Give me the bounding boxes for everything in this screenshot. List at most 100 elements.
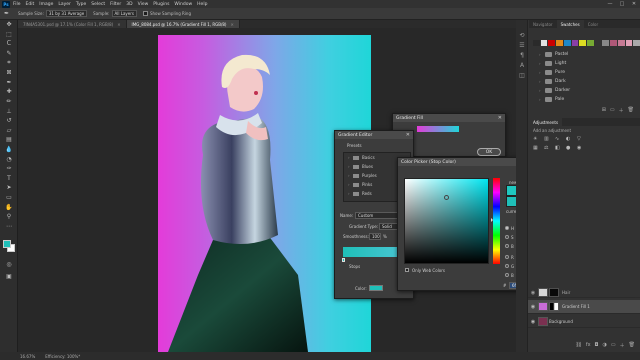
trash-icon[interactable]: 🗑 xyxy=(628,107,634,114)
zoom-level[interactable]: 16.67% xyxy=(20,354,35,359)
crop-tool-icon[interactable]: ⌗ xyxy=(0,58,18,68)
visibility-icon[interactable]: ◉ xyxy=(528,290,538,296)
menu-file[interactable]: File xyxy=(13,2,21,7)
pen-tool-icon[interactable]: ✑ xyxy=(0,164,18,174)
swatch-folder[interactable]: › Pale xyxy=(539,95,640,104)
swatch-folder[interactable]: › Darker xyxy=(539,86,640,95)
hue-sat-icon[interactable]: ▦ xyxy=(533,145,541,151)
trash-icon[interactable]: 🗑 xyxy=(629,342,635,348)
swatch-folder[interactable]: › Light xyxy=(539,59,640,68)
swatch-preset-icon[interactable]: ▭ xyxy=(610,107,615,114)
swatch[interactable] xyxy=(579,40,587,46)
new-group-icon[interactable]: ▭ xyxy=(611,342,616,348)
maximize-button[interactable]: □ xyxy=(617,0,627,8)
color-balance-icon[interactable]: ⚖ xyxy=(544,145,552,151)
swatch-folder[interactable]: › Pure xyxy=(539,68,640,77)
swatch[interactable] xyxy=(548,40,556,46)
clone-stamp-icon[interactable]: ⊥ xyxy=(0,106,18,116)
stop-color-swatch[interactable] xyxy=(369,285,383,291)
quick-mask-icon[interactable]: ◎ xyxy=(0,260,18,270)
visibility-icon[interactable]: ◉ xyxy=(528,319,538,325)
menu-window[interactable]: Window xyxy=(174,2,192,7)
bw-icon[interactable]: ◧ xyxy=(555,145,563,151)
menu-help[interactable]: Help xyxy=(197,2,207,7)
dodge-tool-icon[interactable]: ◔ xyxy=(0,154,18,164)
lasso-tool-icon[interactable]: ᑕ xyxy=(0,39,18,49)
menu-image[interactable]: Image xyxy=(39,2,53,7)
more-tools-icon[interactable]: ⋯ xyxy=(0,221,18,231)
swatch[interactable] xyxy=(610,40,617,46)
character-icon[interactable]: A xyxy=(516,60,528,70)
smoothness-input[interactable]: 100 xyxy=(369,233,381,240)
fx-icon[interactable]: fx xyxy=(586,342,591,348)
menu-type[interactable]: Type xyxy=(76,2,86,7)
fg-bg-swatches[interactable] xyxy=(3,240,15,252)
menu-view[interactable]: View xyxy=(138,2,149,7)
new-layer-icon[interactable]: ＋ xyxy=(620,342,625,349)
menu-layer[interactable]: Layer xyxy=(58,2,71,7)
radio[interactable] xyxy=(505,273,509,277)
minimize-button[interactable]: — xyxy=(605,0,615,8)
radio[interactable] xyxy=(505,244,509,248)
swatch[interactable] xyxy=(617,40,625,46)
healing-brush-icon[interactable]: ✚ xyxy=(0,87,18,97)
eraser-tool-icon[interactable]: ▱ xyxy=(0,126,18,136)
move-tool-icon[interactable]: ✥ xyxy=(0,20,18,30)
hand-tool-icon[interactable]: ✋ xyxy=(0,202,18,212)
doc-info[interactable]: Efficiency: 100%* xyxy=(45,354,80,359)
history-brush-icon[interactable]: ↺ xyxy=(0,116,18,126)
gradient-tool-icon[interactable]: ▤ xyxy=(0,135,18,145)
color-picker-cursor[interactable] xyxy=(444,195,449,200)
sample-size-select[interactable]: 31 by 31 Average xyxy=(45,10,88,17)
add-swatch-icon[interactable]: ＋ xyxy=(619,107,624,114)
history-icon[interactable]: ⟲ xyxy=(516,30,528,40)
visibility-icon[interactable]: ◉ xyxy=(528,304,538,310)
layer-row[interactable]: ◉ Hair xyxy=(528,288,640,298)
radio[interactable] xyxy=(505,264,509,268)
radio[interactable] xyxy=(505,235,509,239)
brightness-icon[interactable]: ☀ xyxy=(533,136,541,142)
sample-select[interactable]: All Layers xyxy=(111,10,137,17)
zoom-tool-icon[interactable]: ⚲ xyxy=(0,212,18,222)
swatch[interactable] xyxy=(625,40,633,46)
swatch-folder[interactable]: › Dark xyxy=(539,77,640,86)
properties-icon[interactable]: ☰ xyxy=(516,40,528,50)
hue-slider-arrow[interactable] xyxy=(491,218,493,222)
menu-select[interactable]: Select xyxy=(91,2,105,7)
quick-select-icon[interactable]: ✎ xyxy=(0,49,18,59)
swatch[interactable] xyxy=(633,40,640,46)
swatch[interactable] xyxy=(556,40,563,46)
swatch[interactable] xyxy=(594,40,602,46)
only-web-colors-checkbox[interactable] xyxy=(405,268,409,272)
swatch[interactable] xyxy=(602,40,610,46)
close-window-button[interactable]: ✕ xyxy=(629,0,639,8)
photo-filter-icon[interactable]: ● xyxy=(566,145,574,151)
layer-row[interactable]: ◉ Background xyxy=(528,316,640,328)
screen-mode-icon[interactable]: ▣ xyxy=(0,272,18,282)
color-stop-handle[interactable] xyxy=(342,258,345,262)
swatch[interactable] xyxy=(563,40,571,46)
link-icon[interactable]: ⛓ xyxy=(575,342,581,348)
doc-tab[interactable]: 7IN4A5301.psd @ 17.1% (Color Fill 1, RGB… xyxy=(18,20,127,28)
curves-icon[interactable]: ∿ xyxy=(555,136,563,142)
radio[interactable] xyxy=(505,226,509,230)
exposure-icon[interactable]: ◐ xyxy=(566,136,574,142)
path-select-icon[interactable]: ➤ xyxy=(0,183,18,193)
layer-row-selected[interactable]: ◉ Gradient Fill 1 xyxy=(528,300,640,314)
swatch[interactable] xyxy=(587,40,594,46)
menu-3d[interactable]: 3D xyxy=(126,2,132,7)
close-icon[interactable]: ✕ xyxy=(406,131,410,139)
saturation-brightness-field[interactable] xyxy=(404,178,489,264)
eyedropper-tool-icon[interactable]: ✒ xyxy=(0,78,18,88)
paragraph-icon[interactable]: ¶ xyxy=(516,50,528,60)
channel-mixer-icon[interactable]: ◉ xyxy=(577,145,585,151)
swatch-folder[interactable]: › Pastel xyxy=(539,50,640,59)
menu-edit[interactable]: Edit xyxy=(26,2,35,7)
menu-plugins[interactable]: Plugins xyxy=(153,2,169,7)
libraries-icon[interactable]: ◫ xyxy=(516,70,528,80)
vibrance-icon[interactable]: ▽ xyxy=(577,136,585,142)
swatch[interactable] xyxy=(533,40,540,46)
close-tab-icon[interactable]: ✕ xyxy=(230,22,233,27)
close-tab-icon[interactable]: ✕ xyxy=(117,22,120,27)
levels-icon[interactable]: ▥ xyxy=(544,136,552,142)
